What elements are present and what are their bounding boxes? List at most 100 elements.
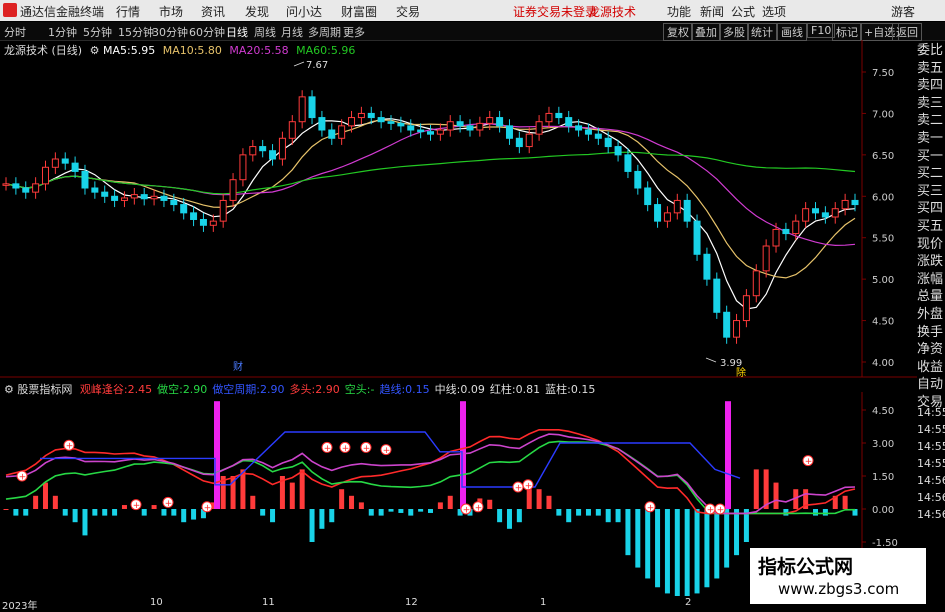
menu-item-function[interactable]: 功能 — [667, 3, 691, 20]
candle — [318, 117, 326, 131]
time-label: 14:55 — [917, 406, 945, 419]
login-alert[interactable]: 证券交易未登录 — [513, 3, 597, 20]
sidebar-label[interactable]: 委比 — [917, 42, 945, 60]
menu-item-headlines[interactable]: 新闻 — [700, 3, 724, 20]
signal-marker: + — [714, 503, 726, 516]
period-tab-1min[interactable]: 1分钟 — [48, 24, 77, 40]
sidebar-label[interactable]: 买四 — [917, 200, 945, 218]
histogram-bar — [842, 495, 848, 509]
candle — [298, 96, 306, 123]
sidebar-label[interactable]: 总量 — [917, 288, 945, 306]
sidebar-label[interactable]: 换手 — [917, 324, 945, 342]
period-tab-30min[interactable]: 30分钟 — [152, 24, 188, 40]
overlay-button[interactable]: 叠加 — [691, 23, 721, 41]
period-tab-15min[interactable]: 15分钟 — [118, 24, 154, 40]
candle — [239, 154, 247, 181]
price-chart[interactable]: 7.67 3.99 财 除 7.507.006.506.005.505.004.… — [0, 40, 917, 378]
sidebar-label[interactable]: 买一 — [917, 148, 945, 166]
sidebar-label[interactable]: 涨幅 — [917, 271, 945, 289]
candle — [624, 154, 632, 172]
sidebar-label[interactable]: 卖一 — [917, 130, 945, 148]
candle — [387, 121, 395, 124]
histogram-bar — [724, 509, 730, 568]
period-tab-more[interactable]: 更多 — [343, 24, 365, 40]
statistics-button[interactable]: 统计 — [747, 23, 777, 41]
period-tab-daily[interactable]: 日线 — [226, 24, 248, 40]
candle — [594, 133, 602, 139]
sidebar-label[interactable]: 卖三 — [917, 95, 945, 113]
histogram-bar — [42, 482, 48, 509]
candle — [575, 125, 583, 131]
period-tab-5min[interactable]: 5分钟 — [83, 24, 112, 40]
sidebar-label[interactable]: 涨跌 — [917, 253, 945, 271]
histogram-bar — [33, 495, 39, 509]
signal-marker: + — [380, 444, 392, 456]
menu-item-options[interactable]: 选项 — [762, 3, 786, 20]
menu-item-quotes[interactable]: 行情 — [116, 3, 140, 20]
sidebar-label[interactable]: 现价 — [917, 236, 945, 254]
menu-item-trade[interactable]: 交易 — [396, 3, 420, 20]
svg-text:+: + — [165, 499, 173, 509]
sidebar-label[interactable]: 外盘 — [917, 306, 945, 324]
signal-spike — [460, 401, 466, 509]
histogram-bar — [368, 509, 374, 516]
restore-rights-button[interactable]: 复权 — [663, 23, 693, 41]
candle — [180, 204, 188, 214]
signal-marker: + — [512, 481, 524, 494]
candle — [81, 170, 89, 189]
sidebar-label[interactable]: 买五 — [917, 218, 945, 236]
menu-item-formula[interactable]: 公式 — [731, 3, 755, 20]
menu-item-ask[interactable]: 问小达 — [286, 3, 322, 20]
histogram-bar — [191, 509, 197, 520]
time-label: 14:56 — [917, 474, 945, 487]
ma5-line — [5, 118, 856, 310]
sidebar-label[interactable]: 收益 — [917, 359, 945, 377]
candle — [505, 125, 513, 139]
sidebar-label[interactable]: 自动 — [917, 376, 945, 394]
period-tab-60min[interactable]: 60分钟 — [189, 24, 225, 40]
mark-button[interactable]: 标记 — [832, 23, 862, 41]
sidebar-label[interactable]: 卖四 — [917, 77, 945, 95]
period-tab-timeshare[interactable]: 分时 — [4, 24, 26, 40]
sidebar-label[interactable]: 净资 — [917, 341, 945, 359]
candle — [525, 133, 533, 148]
back-button[interactable]: 返回 — [892, 23, 922, 41]
histogram-bar — [684, 509, 690, 596]
menu-item-wealth[interactable]: 财富圈 — [341, 3, 377, 20]
ma60-line — [5, 151, 856, 195]
sidebar-label[interactable]: 买二 — [917, 165, 945, 183]
date-label: 1 — [540, 597, 547, 608]
histogram-bar — [121, 505, 127, 509]
candle — [713, 278, 721, 313]
guest-label[interactable]: 游客 — [891, 3, 915, 20]
histogram-bar — [102, 509, 108, 516]
event-label-dividend: 除 — [736, 366, 746, 378]
menu-item-discover[interactable]: 发现 — [245, 3, 269, 20]
histogram-bar — [358, 502, 364, 509]
date-label: 12 — [405, 597, 418, 608]
period-tab-monthly[interactable]: 月线 — [281, 24, 303, 40]
sidebar-label[interactable]: 卖五 — [917, 60, 945, 78]
multi-stock-button[interactable]: 多股 — [719, 23, 749, 41]
svg-text:+: + — [19, 473, 27, 483]
histogram-bar — [526, 489, 532, 509]
period-tab-multi[interactable]: 多周期 — [308, 24, 341, 40]
histogram-bar — [270, 509, 276, 523]
period-tab-weekly[interactable]: 周线 — [254, 24, 276, 40]
candle — [120, 197, 128, 201]
menu-item-market[interactable]: 市场 — [159, 3, 183, 20]
candle — [377, 117, 385, 123]
histogram-bar — [437, 502, 443, 509]
menu-item-news[interactable]: 资讯 — [201, 3, 225, 20]
histogram-bar — [536, 489, 542, 509]
sidebar-label[interactable]: 买三 — [917, 183, 945, 201]
sidebar-label[interactable]: 卖二 — [917, 112, 945, 130]
draw-line-button[interactable]: 画线 — [777, 23, 807, 41]
watermark-url: www.zbgs3.com — [778, 580, 900, 598]
histogram-bar — [516, 509, 522, 523]
candle — [288, 121, 296, 139]
time-label: 14:56 — [917, 491, 945, 504]
histogram-bar — [329, 509, 335, 523]
svg-text:+: + — [324, 444, 332, 454]
candle — [338, 125, 346, 139]
